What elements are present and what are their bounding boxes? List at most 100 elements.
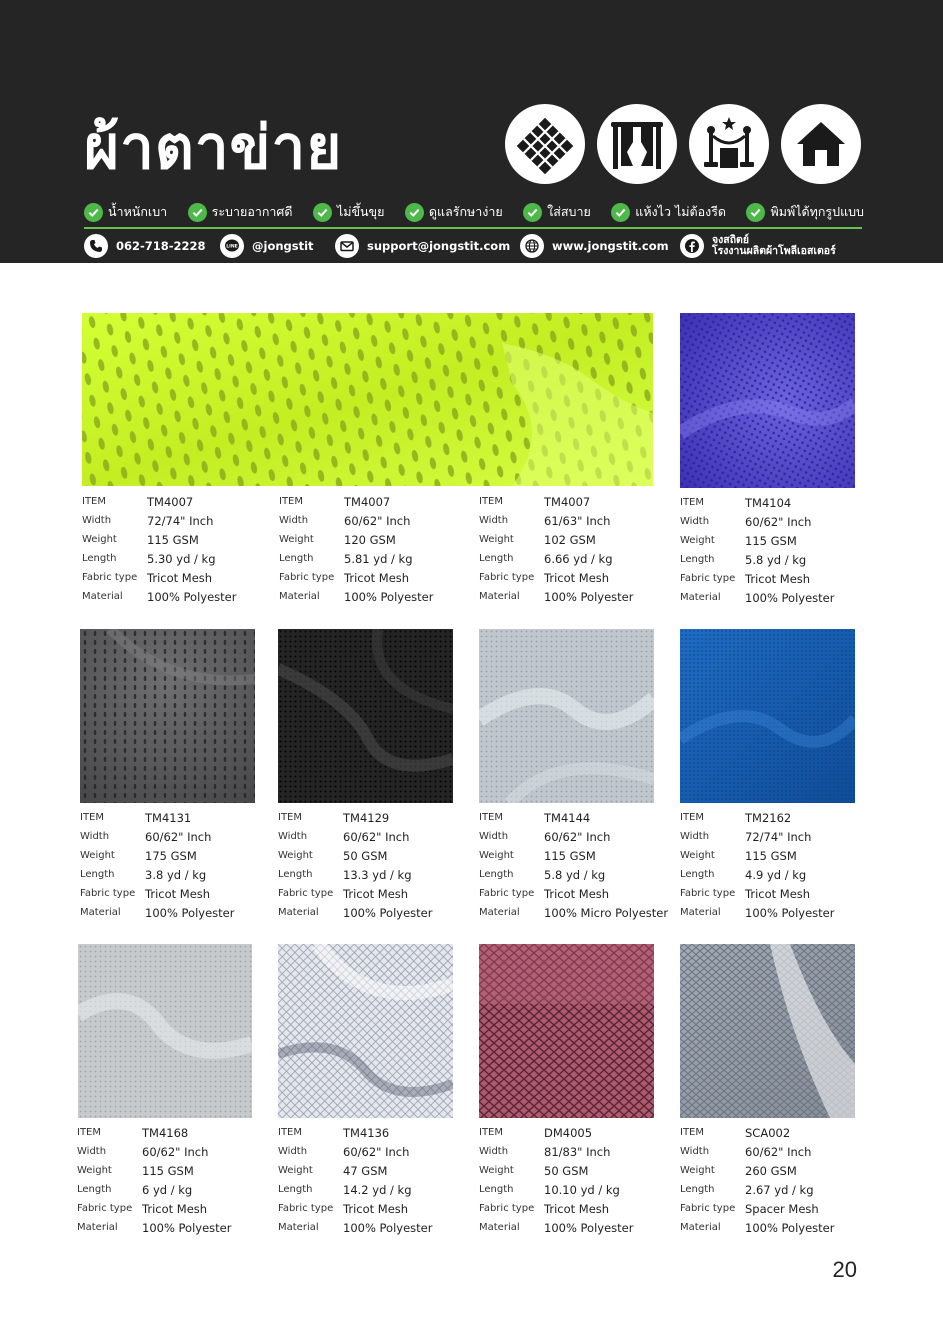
fabric-type-value: Tricot Mesh: [343, 1201, 409, 1216]
spec-row-material: Material 100% Polyester: [82, 587, 282, 606]
feature-list: น้ำหนักเบา ระบายอากาศดี ไม่ขึ้นขุย ดูแลร…: [84, 201, 864, 223]
spec-row-fabric-type: Fabric type Spacer Mesh: [680, 1199, 880, 1218]
item-code: TM4007: [544, 494, 591, 509]
spec-row-length: Length 5.8 yd / kg: [680, 550, 880, 569]
spec-row-fabric-type: Fabric type Tricot Mesh: [680, 569, 880, 588]
spec-row-width: Width 60/62" Inch: [278, 827, 478, 846]
spec-label: Fabric type: [77, 1203, 133, 1214]
weight-value: 175 GSM: [145, 848, 197, 863]
spec-table: ITEM TM4144 Width 60/62" Inch Weight 115 GS…: [479, 808, 679, 922]
length-value: 3.8 yd / kg: [145, 867, 207, 882]
spec-table: ITEM TM4131 Width 60/62" Inch Weight 175 GS…: [80, 808, 280, 922]
spec-row-item: ITEM TM4144: [479, 808, 679, 827]
spec-label: Weight: [279, 534, 314, 545]
spec-label: Fabric type: [279, 572, 335, 583]
material-value: 100% Polyester: [344, 589, 434, 604]
length-value: 13.3 yd / kg: [343, 867, 412, 882]
line-contact[interactable]: LINE @jongstit: [220, 233, 314, 259]
product-photo-tm4129: [278, 629, 453, 803]
weight-value: 115 GSM: [142, 1163, 194, 1178]
feature-item: ไม่ขึ้นขุย: [312, 202, 384, 222]
spec-label: Length: [80, 869, 115, 880]
fabric-type-value: Tricot Mesh: [745, 886, 811, 901]
spec-label: Width: [278, 831, 308, 842]
facebook-name-line2: โรงงานผลิตผ้าโพลีเอสเตอร์: [712, 245, 836, 257]
feature-label: น้ำหนักเบา: [108, 204, 168, 219]
spec-row-length: Length 6.66 yd / kg: [479, 549, 679, 568]
spec-label: Weight: [77, 1165, 112, 1176]
weight-value: 47 GSM: [343, 1163, 388, 1178]
spec-label: Length: [680, 869, 715, 880]
spec-row-weight: Weight 50 GSM: [479, 1161, 679, 1180]
weight-value: 50 GSM: [343, 848, 388, 863]
fabric-type-value: Tricot Mesh: [544, 570, 610, 585]
phone-number: 062-718-2228: [116, 239, 206, 253]
check-icon: [611, 202, 631, 222]
spec-label: Length: [479, 869, 514, 880]
spec-label: Width: [680, 516, 710, 527]
product-photo-tm4144: [479, 629, 654, 803]
spec-row-width: Width 81/83" Inch: [479, 1142, 679, 1161]
spec-row-fabric-type: Fabric type Tricot Mesh: [80, 884, 280, 903]
spec-row-fabric-type: Fabric type Tricot Mesh: [82, 568, 282, 587]
spec-label: Fabric type: [278, 888, 334, 899]
spec-label: Length: [279, 553, 314, 564]
width-value: 60/62" Inch: [344, 513, 411, 528]
spec-label: Weight: [479, 850, 514, 861]
length-value: 5.8 yd / kg: [544, 867, 606, 882]
spec-table: ITEM TM4129 Width 60/62" Inch Weight 50 GSM…: [278, 808, 478, 922]
website-contact[interactable]: www.jongstit.com: [520, 233, 669, 259]
spec-table: ITEM DM4005 Width 81/83" Inch Weight 50 GSM…: [479, 1123, 679, 1237]
spec-row-width: Width 60/62" Inch: [77, 1142, 277, 1161]
width-value: 60/62" Inch: [145, 829, 212, 844]
spec-label: Weight: [278, 850, 313, 861]
spec-label: Fabric type: [82, 572, 138, 583]
length-value: 6 yd / kg: [142, 1182, 193, 1197]
spec-row-material: Material 100% Polyester: [278, 903, 478, 922]
spec-label: Fabric type: [278, 1203, 334, 1214]
spec-label: Fabric type: [80, 888, 136, 899]
spec-row-length: Length 5.81 yd / kg: [279, 549, 479, 568]
spec-row-weight: Weight 115 GSM: [82, 530, 282, 549]
email-contact[interactable]: support@jongstit.com: [335, 233, 510, 259]
spec-label: ITEM: [279, 496, 304, 507]
width-value: 72/74" Inch: [745, 829, 812, 844]
spec-label: Width: [680, 831, 710, 842]
length-value: 4.9 yd / kg: [745, 867, 807, 882]
spec-label: Width: [82, 515, 112, 526]
spec-table: ITEM TM2162 Width 72/74" Inch Weight 115 GS…: [680, 808, 880, 922]
spec-label: Fabric type: [680, 573, 736, 584]
spec-label: Material: [680, 592, 721, 603]
weight-value: 260 GSM: [745, 1163, 797, 1178]
page-number: 20: [832, 1257, 857, 1282]
phone-contact[interactable]: 062-718-2228: [84, 233, 206, 259]
material-value: 100% Polyester: [142, 1220, 232, 1235]
spec-label: Length: [479, 1184, 514, 1195]
spec-label: Width: [680, 1146, 710, 1157]
spec-row-fabric-type: Fabric type Tricot Mesh: [279, 568, 479, 587]
facebook-page-name: จงสถิตย์ โรงงานผลิตผ้าโพลีเอสเตอร์: [712, 235, 836, 257]
spec-row-fabric-type: Fabric type Tricot Mesh: [479, 884, 679, 903]
fabric-type-value: Tricot Mesh: [145, 886, 211, 901]
width-value: 72/74" Inch: [147, 513, 214, 528]
spec-row-item: ITEM TM4007: [82, 492, 282, 511]
spec-row-material: Material 100% Polyester: [77, 1218, 277, 1237]
fabric-type-value: Tricot Mesh: [544, 1201, 610, 1216]
weight-value: 115 GSM: [745, 848, 797, 863]
spec-label: Material: [82, 591, 123, 602]
spec-row-fabric-type: Fabric type Tricot Mesh: [278, 884, 478, 903]
spec-row-weight: Weight 115 GSM: [680, 846, 880, 865]
spec-row-item: ITEM TM4168: [77, 1123, 277, 1142]
spec-label: Length: [82, 553, 117, 564]
spec-row-weight: Weight 260 GSM: [680, 1161, 880, 1180]
material-value: 100% Polyester: [343, 905, 433, 920]
spec-row-length: Length 5.8 yd / kg: [479, 865, 679, 884]
page-header: ผ้าตาข่าย น้ำหนักเบา ระบายอากาศดี ไม่ขึ้…: [0, 0, 943, 263]
spec-row-material: Material 100% Polyester: [479, 587, 679, 606]
facebook-contact[interactable]: จงสถิตย์ โรงงานผลิตผ้าโพลีเอสเตอร์: [680, 233, 836, 259]
spec-label: Fabric type: [680, 1203, 736, 1214]
page-title: ผ้าตาข่าย: [84, 113, 343, 183]
spec-row-material: Material 100% Polyester: [680, 903, 880, 922]
spec-label: ITEM: [77, 1127, 102, 1138]
material-value: 100% Polyester: [343, 1220, 433, 1235]
